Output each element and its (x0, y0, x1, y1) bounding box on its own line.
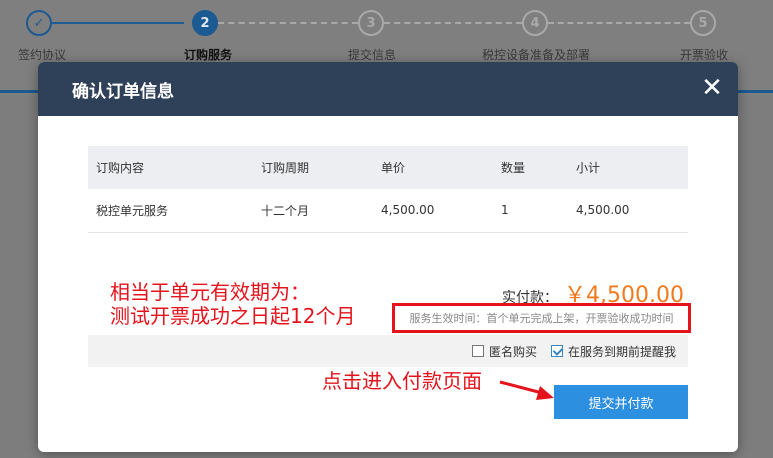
col-header-price: 单价 (373, 146, 493, 189)
step-label-device: 税控设备准备及部署 (482, 48, 591, 62)
order-table: 订购内容 订购周期 单价 数量 小计 税控单元服务 十二个月 4,500.00 … (88, 146, 688, 233)
anonymous-checkbox[interactable] (471, 345, 484, 357)
cell-subtotal: 4,500.00 (568, 189, 688, 233)
table-header-row: 订购内容 订购周期 单价 数量 小计 (88, 146, 688, 189)
col-header-subtotal: 小计 (568, 146, 688, 189)
col-header-period: 订购周期 (253, 146, 373, 189)
cell-period: 十二个月 (253, 189, 373, 233)
expiry-reminder-option[interactable]: 在服务到期前提醒我 (550, 343, 676, 360)
annotation-validity-line1: 相当于单元有效期为： (110, 280, 310, 304)
step-label-submit-info: 提交信息 (348, 48, 397, 62)
annotation-validity-line2: 测试开票成功之日起12个月 (110, 304, 356, 328)
close-icon[interactable]: ✕ (700, 75, 724, 101)
step-connector (218, 22, 358, 24)
col-header-item: 订购内容 (88, 146, 253, 189)
reminder-checkbox[interactable] (550, 345, 563, 357)
annotation-pay-hint: 点击进入付款页面 (322, 369, 482, 393)
modal-title: 确认订单信息 (72, 81, 174, 102)
cell-qty: 1 (493, 189, 568, 233)
reminder-label: 在服务到期前提醒我 (567, 344, 676, 359)
submit-and-pay-button[interactable]: 提交并付款 (554, 385, 688, 419)
modal-header: 确认订单信息 ✕ (38, 62, 738, 116)
step-label-acceptance: 开票验收 (680, 48, 729, 62)
step-connector (52, 22, 184, 24)
cell-item: 税控单元服务 (88, 189, 253, 233)
cell-price: 4,500.00 (373, 189, 493, 233)
anonymous-purchase-option[interactable]: 匿名购买 (471, 343, 537, 360)
col-header-qty: 数量 (493, 146, 568, 189)
step-2-circle: 2 (192, 10, 218, 36)
step-label-sign: 签约协议 (18, 48, 67, 62)
service-effective-note: 服务生效时间：首个单元完成上架，开票验收成功时间 (392, 303, 691, 333)
check-icon: ✓ (26, 10, 52, 36)
step-connector (384, 22, 522, 24)
purchase-options: 匿名购买 在服务到期前提醒我 (88, 335, 688, 367)
anonymous-label: 匿名购买 (488, 344, 537, 359)
step-4-circle: 4 (522, 10, 548, 36)
confirm-order-modal: 确认订单信息 ✕ 订购内容 订购周期 单价 数量 小计 税控单元服务 十二个月 … (38, 62, 738, 452)
step-5-circle: 5 (690, 10, 716, 36)
step-connector (548, 22, 690, 24)
annotation-arrow-icon (499, 380, 554, 400)
step-label-order: 订购服务 (184, 48, 233, 62)
step-3-circle: 3 (358, 10, 384, 36)
table-row: 税控单元服务 十二个月 4,500.00 1 4,500.00 (88, 189, 688, 233)
